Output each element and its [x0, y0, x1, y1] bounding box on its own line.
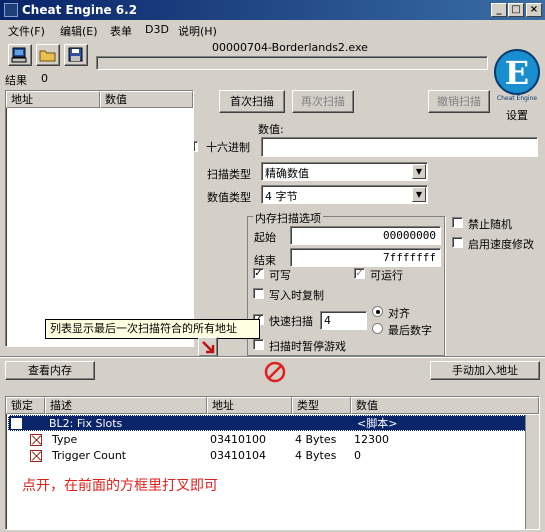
minimize-button[interactable]: _ [491, 3, 507, 17]
title-bar: Cheat Engine 6.2 _ □ × [0, 0, 545, 20]
process-name: 00000704-Borderlands2.exe [212, 41, 368, 54]
first-scan-button[interactable]: 首次扫描 [219, 90, 285, 113]
row-value: 0 [354, 449, 361, 462]
column-type[interactable]: 类型 [292, 397, 351, 414]
copy-on-write-checkbox[interactable] [253, 288, 264, 299]
close-button[interactable]: × [526, 3, 542, 17]
start-label: 起始 [254, 231, 276, 244]
cheat-engine-logo[interactable]: E Cheat Engine 设置 [490, 44, 544, 123]
list-tooltip: 列表显示最后一次扫描符合的所有地址 [45, 319, 260, 339]
app-icon [4, 3, 18, 17]
scan-type-select[interactable]: 精确数值 ▼ [261, 162, 428, 181]
menu-file[interactable]: 文件(F) [8, 23, 45, 39]
cheat-engine-logo-icon: E Cheat Engine [494, 49, 540, 102]
executable-checkbox[interactable]: ✓ [354, 268, 365, 279]
row-type: 4 Bytes [295, 433, 337, 446]
row-value: 12300 [354, 433, 389, 446]
memory-options-title: 内存扫描选项 [253, 210, 323, 226]
save-button[interactable] [64, 44, 88, 66]
results-label: 结果 [5, 74, 27, 87]
found-address-list[interactable]: 地址 数值 [5, 90, 194, 347]
stop-address-input[interactable]: 7fffffff [290, 248, 441, 267]
speedhack-checkbox[interactable] [452, 237, 463, 248]
vertical-scrollbar[interactable] [525, 415, 539, 529]
splitter[interactable] [0, 356, 545, 358]
row-type: 4 Bytes [295, 449, 337, 462]
settings-label[interactable]: 设置 [506, 107, 528, 123]
writable-checkbox[interactable]: ✓ [253, 268, 264, 279]
chevron-down-icon[interactable]: ▼ [412, 164, 426, 179]
view-memory-button[interactable]: 查看内存 [5, 361, 95, 380]
column-address[interactable]: 地址 [6, 91, 100, 108]
executable-label: 可运行 [370, 269, 403, 282]
table-row[interactable]: Trigger Count 03410104 4 Bytes 0 [6, 448, 522, 464]
active-x-checkbox[interactable] [30, 434, 42, 446]
table-row[interactable]: BL2: Fix Slots <脚本> [8, 415, 526, 431]
align-radio[interactable] [372, 306, 383, 317]
stop-icon[interactable] [264, 361, 286, 383]
logo-letter: E [505, 54, 529, 92]
row-description: Type [52, 433, 78, 446]
column-value[interactable]: 数值 [100, 91, 193, 108]
row-value: <脚本> [357, 417, 398, 430]
value-type-select[interactable]: 4 字节 ▼ [261, 185, 428, 204]
cheat-table[interactable]: 锁定 描述 地址 类型 数值 BL2: Fix Slots <脚本> Type … [5, 396, 540, 530]
align-label: 对齐 [388, 307, 410, 320]
value-label: 数值: [258, 123, 284, 136]
no-random-label: 禁止随机 [468, 218, 512, 231]
menu-table[interactable]: 表单 [110, 23, 132, 39]
column-address[interactable]: 地址 [207, 397, 292, 414]
row-address: 03410100 [210, 433, 266, 446]
speedhack-label: 启用速度修改 [468, 238, 534, 251]
scan-type-label: 扫描类型 [207, 168, 251, 181]
pause-game-checkbox[interactable] [253, 339, 264, 350]
maximize-button[interactable]: □ [508, 3, 524, 17]
add-to-list-button[interactable] [198, 337, 218, 357]
active-x-checkbox[interactable] [30, 450, 42, 462]
column-value[interactable]: 数值 [351, 397, 539, 414]
red-arrow-icon [202, 341, 215, 354]
copy-on-write-label: 写入时复制 [269, 289, 324, 302]
table-row[interactable]: Type 03410100 4 Bytes 12300 [6, 432, 522, 448]
menu-bar: 文件(F) 编辑(E) 表单 D3D 说明(H) [0, 21, 545, 39]
menu-edit[interactable]: 编辑(E) [60, 23, 98, 39]
next-scan-button[interactable]: 再次扫描 [292, 90, 354, 113]
row-address: 03410104 [210, 449, 266, 462]
window-title: Cheat Engine 6.2 [22, 3, 138, 17]
computer-icon [11, 47, 27, 63]
chevron-down-icon[interactable]: ▼ [412, 187, 426, 202]
fast-scan-label: 快速扫描 [269, 315, 313, 328]
add-address-manually-button[interactable]: 手动加入地址 [430, 361, 540, 380]
red-annotation-text: 点开，在前面的方框里打叉即可 [22, 478, 218, 494]
menu-d3d[interactable]: D3D [145, 23, 169, 36]
pause-game-label: 扫描时暂停游戏 [269, 340, 346, 353]
open-file-button[interactable] [36, 44, 60, 66]
value-type-label: 数值类型 [207, 191, 251, 204]
row-description: Trigger Count [52, 449, 127, 462]
value-input[interactable] [261, 137, 538, 157]
folder-icon [39, 50, 56, 62]
writable-label: 可写 [269, 269, 291, 282]
last-digits-label: 最后数字 [388, 324, 432, 337]
no-random-checkbox[interactable] [452, 217, 463, 228]
logo-brand: Cheat Engine [497, 95, 537, 102]
undo-scan-button[interactable]: 撤销扫描 [428, 90, 490, 113]
floppy-disk-icon [68, 47, 83, 62]
stop-label: 结束 [254, 254, 276, 267]
menu-help[interactable]: 说明(H) [178, 23, 217, 39]
column-active[interactable]: 锁定 [6, 397, 45, 414]
start-address-input[interactable]: 00000000 [290, 226, 441, 245]
open-process-button[interactable] [8, 44, 32, 66]
hex-checkbox-edge[interactable] [194, 141, 198, 152]
results-count: 0 [41, 72, 48, 85]
hex-label: 十六进制 [206, 141, 250, 154]
active-checkbox[interactable] [11, 418, 22, 429]
row-description: BL2: Fix Slots [49, 417, 123, 430]
fast-scan-alignment-input[interactable]: 4 [320, 311, 367, 330]
scan-progress-bar [96, 56, 488, 70]
column-description[interactable]: 描述 [45, 397, 207, 414]
last-digits-radio[interactable] [372, 323, 383, 334]
